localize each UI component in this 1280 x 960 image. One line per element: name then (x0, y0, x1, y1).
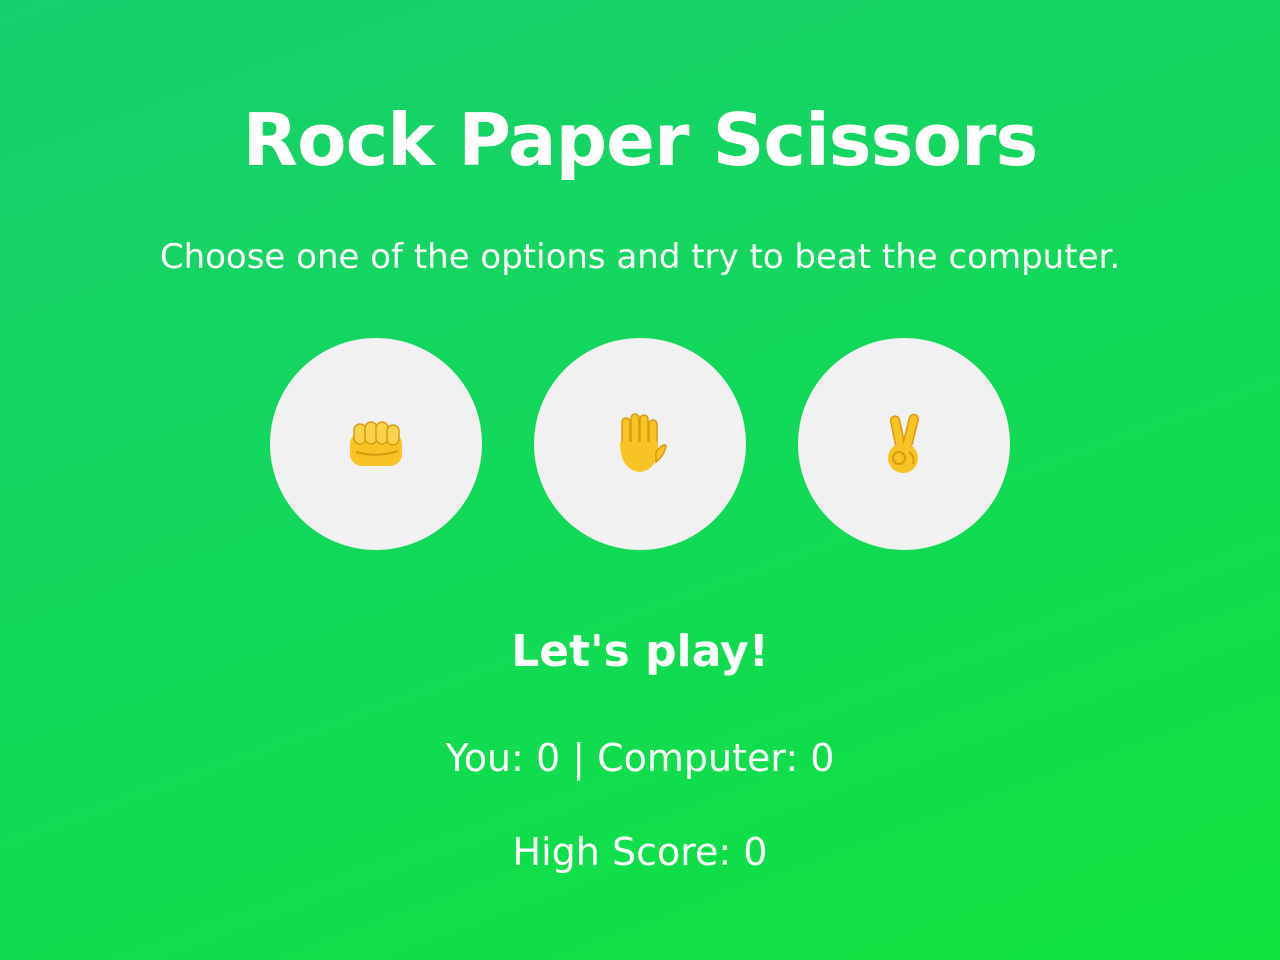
computer-label: Computer: (597, 736, 799, 780)
high-score-label: High Score: (512, 830, 732, 874)
fist-icon (346, 418, 406, 470)
high-score-value: 0 (743, 830, 768, 874)
score-display: You: 0 | Computer: 0 (0, 734, 1280, 782)
choice-buttons (0, 338, 1280, 550)
high-score-display: High Score: 0 (0, 828, 1280, 876)
game-title: Rock Paper Scissors (242, 98, 1039, 182)
victory-hand-icon (879, 412, 929, 476)
instructions-text: Choose one of the options and try to bea… (159, 237, 1121, 277)
scissors-button[interactable] (798, 338, 1010, 550)
you-score: 0 (535, 736, 561, 780)
you-label: You: (445, 736, 524, 780)
score-separator: | (572, 736, 586, 780)
paper-button[interactable] (534, 338, 746, 550)
raised-hand-icon (612, 412, 668, 476)
computer-score: 0 (810, 736, 835, 780)
result-message: Let's play! (511, 626, 769, 677)
rock-button[interactable] (270, 338, 482, 550)
